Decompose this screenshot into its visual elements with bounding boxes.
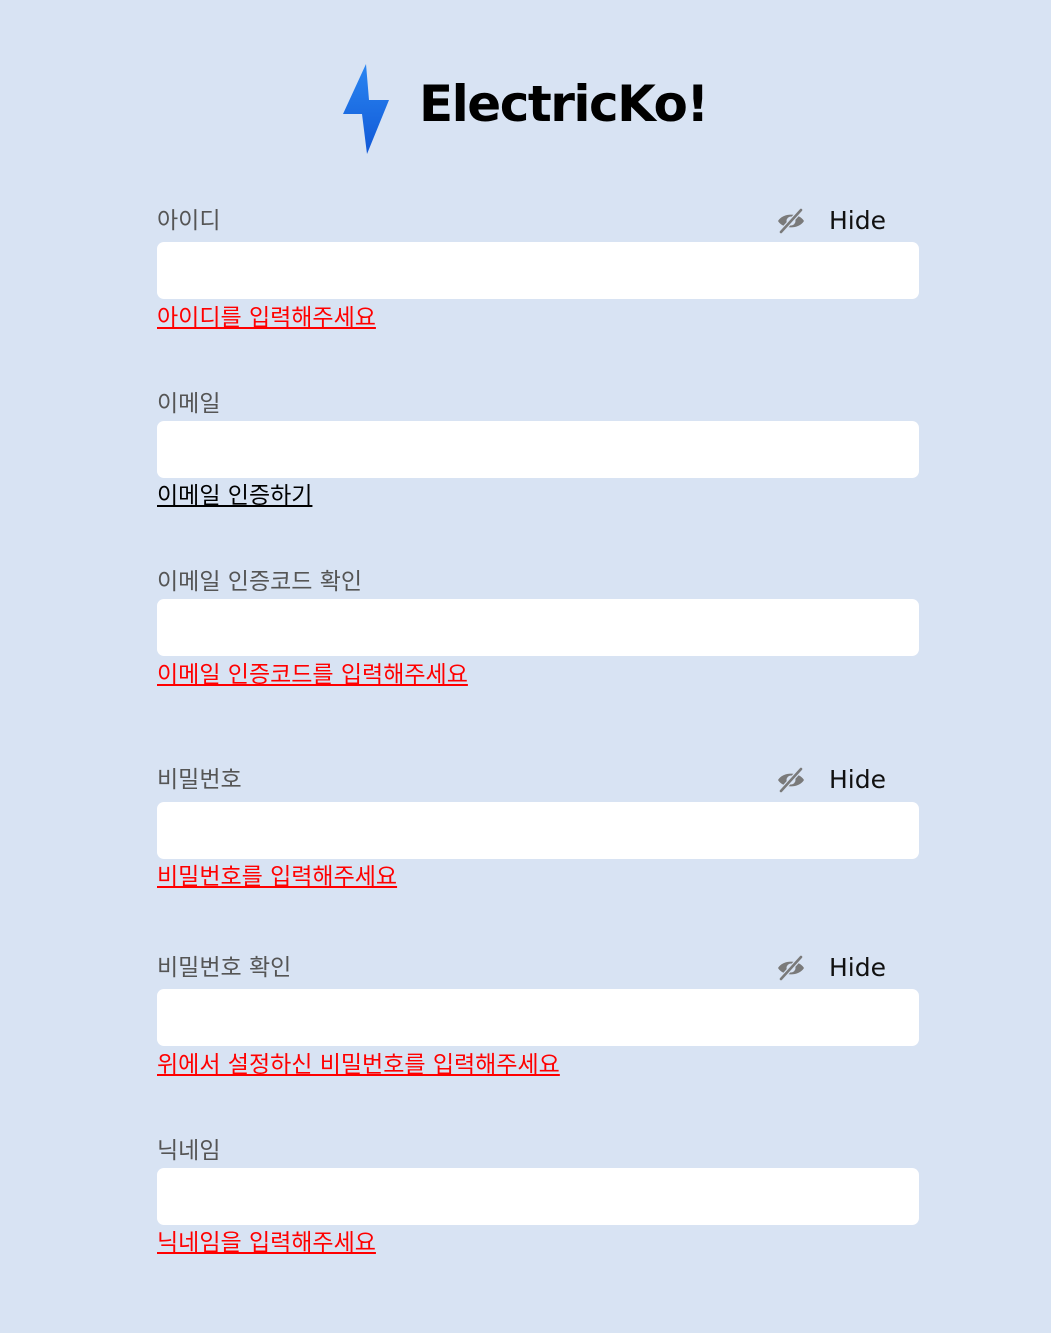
- email-verify-link[interactable]: 이메일 인증하기: [157, 481, 312, 511]
- id-input[interactable]: [157, 242, 919, 299]
- password-label: 비밀번호: [157, 767, 242, 793]
- password-input[interactable]: [157, 802, 919, 859]
- password-field-group: 비밀번호 Hide 비밀번호를 입력해주세요: [157, 765, 919, 895]
- brand-title: ElectricKo!: [419, 75, 709, 133]
- hide-label: Hide: [829, 206, 886, 235]
- nickname-field-group: 닉네임 닉네임을 입력해주세요: [157, 1136, 919, 1262]
- password-confirm-error: 위에서 설정하신 비밀번호를 입력해주세요: [157, 1052, 560, 1078]
- email-label: 이메일: [157, 391, 221, 417]
- email-input[interactable]: [157, 421, 919, 478]
- email-code-input[interactable]: [157, 599, 919, 656]
- password-confirm-visibility-toggle[interactable]: Hide: [776, 953, 896, 983]
- password-error: 비밀번호를 입력해주세요: [157, 864, 398, 890]
- nickname-input[interactable]: [157, 1168, 919, 1225]
- hide-label: Hide: [829, 953, 886, 982]
- header: ElectricKo!: [0, 60, 1051, 156]
- hide-label: Hide: [829, 765, 886, 794]
- password-confirm-field-group: 비밀번호 확인 Hide 위에서 설정하신 비밀번호를 입력해주세요: [157, 953, 919, 1083]
- id-label: 아이디: [157, 208, 221, 234]
- email-code-error: 이메일 인증코드를 입력해주세요: [157, 662, 468, 688]
- id-visibility-toggle[interactable]: Hide: [776, 206, 896, 236]
- password-visibility-toggle[interactable]: Hide: [776, 765, 896, 795]
- nickname-label: 닉네임: [157, 1138, 221, 1164]
- password-confirm-label: 비밀번호 확인: [157, 955, 292, 981]
- eye-off-icon: [778, 208, 804, 234]
- eye-off-icon: [778, 955, 804, 981]
- eye-off-icon: [778, 767, 804, 793]
- id-field-group: 아이디 Hide 아이디를 입력해주세요: [157, 206, 919, 336]
- email-field-group: 이메일 이메일 인증하기: [157, 389, 919, 515]
- lightning-bolt-icon: [343, 64, 389, 154]
- email-code-field-group: 이메일 인증코드 확인 이메일 인증코드를 입력해주세요: [157, 567, 919, 693]
- email-code-label: 이메일 인증코드 확인: [157, 569, 363, 595]
- id-error: 아이디를 입력해주세요: [157, 305, 376, 331]
- password-confirm-input[interactable]: [157, 989, 919, 1046]
- nickname-error: 닉네임을 입력해주세요: [157, 1230, 376, 1256]
